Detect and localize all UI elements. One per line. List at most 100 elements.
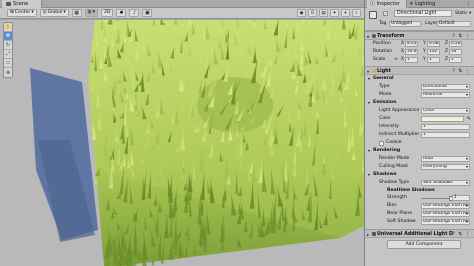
position-x-field[interactable]: 8.43 xyxy=(405,41,418,47)
gameobject-name-field[interactable]: Directional Light xyxy=(394,10,452,17)
static-label: Static ▾ xyxy=(455,11,472,16)
near-plane-dropdown[interactable]: Use settings from Ren xyxy=(421,211,470,217)
grass-blade xyxy=(152,20,156,21)
grid-icon: ▦ xyxy=(74,10,79,16)
rotation-label: Rotation xyxy=(373,49,393,54)
camera-toggle[interactable]: ▤ xyxy=(319,9,328,17)
kebab-menu-icon[interactable]: ⋮ xyxy=(466,0,471,8)
position-z-field[interactable]: 0.28 xyxy=(449,41,462,47)
hidden-objects-toggle[interactable]: ◉ xyxy=(297,9,306,17)
toggle-2d-button[interactable]: 2D xyxy=(100,9,114,17)
position-label: Position xyxy=(373,41,391,46)
color-label: Color xyxy=(379,116,391,121)
axis-y-label: Y xyxy=(423,41,426,46)
shadows-section[interactable]: Shadows xyxy=(365,171,474,179)
tab-inspector-label: Inspector xyxy=(376,1,400,7)
appearance-row: Light Appearance Color xyxy=(365,107,474,115)
axis-z-label: Z xyxy=(445,57,448,62)
scale-label: Scale xyxy=(373,57,386,62)
color-swatch[interactable] xyxy=(421,116,464,122)
fold-arrow-icon: ▸ xyxy=(367,232,370,237)
scene-search[interactable]: ⌕ xyxy=(352,9,361,17)
cookie-checkbox[interactable] xyxy=(379,140,384,146)
intensity-field[interactable]: 1 xyxy=(421,124,470,130)
near-plane-row: Near Plane Use settings from Ren xyxy=(365,210,474,218)
soft-shadow-row: Soft Shadow Use settings from Ren xyxy=(365,218,474,226)
gizmo-icon: ✦ xyxy=(332,11,337,16)
tag-label: Tag xyxy=(379,21,387,26)
component-menu-icons[interactable]: ? ⇅ ⋮ xyxy=(452,230,471,239)
scene-viewport[interactable] xyxy=(0,20,364,266)
transform-tool[interactable]: ⊕ xyxy=(4,68,12,77)
gizmos-toggle[interactable]: ✦ xyxy=(330,9,339,17)
rendering-section[interactable]: Rendering xyxy=(365,147,474,155)
pivot-toggle[interactable]: ⊞ Center ▾ xyxy=(7,9,37,17)
rotate-tool[interactable]: ↻ xyxy=(4,41,12,50)
rotation-y-field[interactable]: 132 xyxy=(427,49,440,55)
active-checkbox[interactable]: ✓ xyxy=(383,11,388,16)
scene-toolbar: ⊞ Center ▾ ◎ Global ▾ ▦ ◍ ▾ 2D ✹ ♪ ▣ ◉ 0 ▤ ✦ … xyxy=(0,8,364,19)
space-toggle[interactable]: ◎ Global ▾ xyxy=(39,9,69,17)
tab-inspector[interactable]: ⓘ Inspector xyxy=(367,0,407,8)
move-tool[interactable]: ✥ xyxy=(4,32,12,41)
appearance-label: Light Appearance xyxy=(379,108,420,113)
position-row: Position X 8.43 Y 6.08 Z 0.28 xyxy=(365,40,474,48)
tab-scene-label: Scene xyxy=(13,1,29,7)
link-icon[interactable]: ∞ xyxy=(394,56,398,64)
lighting-toggle[interactable]: ✹ xyxy=(116,9,127,17)
shadow-type-dropdown[interactable]: Soft Shadows xyxy=(421,180,470,186)
toggle-2d-label: 2D xyxy=(103,10,111,15)
effects-toggle[interactable]: ▣ xyxy=(142,9,153,17)
transform-header[interactable]: ▾ Transform ? ⇅ ⋮ xyxy=(365,31,474,40)
scale-tool[interactable]: ⤢ xyxy=(4,50,12,59)
chevron-down-icon: ▾ xyxy=(92,10,95,15)
tab-scene[interactable]: Scene xyxy=(2,0,42,8)
strength-slider[interactable] xyxy=(421,197,450,199)
culling-dropdown[interactable]: Everything xyxy=(421,164,470,170)
shadow-type-row: Shadow Type Soft Shadows xyxy=(365,179,474,187)
rotation-x-field[interactable]: 34.88 xyxy=(405,49,418,55)
rotate-icon: ↻ xyxy=(5,42,11,48)
audio-toggle[interactable]: ♪ xyxy=(129,9,140,17)
mode-row: Mode Realtime xyxy=(365,91,474,99)
light-title: Light xyxy=(377,69,391,74)
bias-dropdown[interactable]: Use settings from Ren xyxy=(421,203,470,209)
type-dropdown[interactable]: Directional xyxy=(421,84,470,90)
universal-additional-light-header[interactable]: ▸ Universal Additional Light D ? ⇅ ⋮ xyxy=(365,229,474,238)
scale-x-field[interactable]: 1 xyxy=(405,57,418,63)
light-bulb-icon: ✹ xyxy=(119,10,124,16)
general-section[interactable]: General xyxy=(365,75,474,83)
scale-z-field[interactable]: 1 xyxy=(449,57,462,63)
emission-section[interactable]: Emission xyxy=(365,99,474,107)
rotation-row: Rotation X34.88 Y132 Z34 xyxy=(365,48,474,56)
shading-mode-button[interactable]: ◍ ▾ xyxy=(84,9,98,17)
gameobject-icon xyxy=(369,11,377,19)
tag-dropdown[interactable]: Untagged xyxy=(389,21,421,27)
eyedropper-icon[interactable]: ✎ xyxy=(467,115,471,123)
pivot-label: Center xyxy=(14,10,31,15)
transform-icon xyxy=(372,34,376,38)
indirect-field[interactable]: 1 xyxy=(421,132,470,138)
strength-field[interactable]: 1 xyxy=(452,195,470,201)
eye-icon: ◉ xyxy=(299,11,304,16)
light-header[interactable]: ▾ Light ? ⇅ ⋮ xyxy=(365,66,474,75)
render-mode-dropdown[interactable]: Auto xyxy=(421,156,470,162)
mode-dropdown[interactable]: Realtime xyxy=(421,92,470,98)
hand-tool[interactable]: ✋ xyxy=(4,23,12,32)
appearance-dropdown[interactable]: Color xyxy=(421,108,470,114)
scene-window: Scene ⊞ Center ▾ ◎ Global ▾ ▦ ◍ ▾ 2D ✹ ♪ ▣ ◉ … xyxy=(0,0,364,266)
ual-title: Universal Additional Light D xyxy=(377,232,454,237)
space-label: Global xyxy=(47,10,63,15)
layer-dropdown[interactable]: Default xyxy=(437,21,471,27)
axis-y-label: Y xyxy=(423,57,426,62)
gizmos-dropdown[interactable]: ▾ xyxy=(341,9,350,17)
scale-y-field[interactable]: 1 xyxy=(427,57,440,63)
soft-shadow-dropdown[interactable]: Use settings from Ren xyxy=(421,219,470,225)
tab-lighting[interactable]: ☀ Lighting xyxy=(409,0,435,8)
rect-tool[interactable]: ▭ xyxy=(4,59,12,68)
rotation-z-field[interactable]: 34 xyxy=(449,49,462,55)
add-component-button[interactable]: Add Component xyxy=(387,240,461,249)
position-y-field[interactable]: 6.08 xyxy=(427,41,440,47)
count-toggle[interactable]: 0 xyxy=(308,9,317,17)
grid-snap-button[interactable]: ▦ xyxy=(71,9,82,17)
